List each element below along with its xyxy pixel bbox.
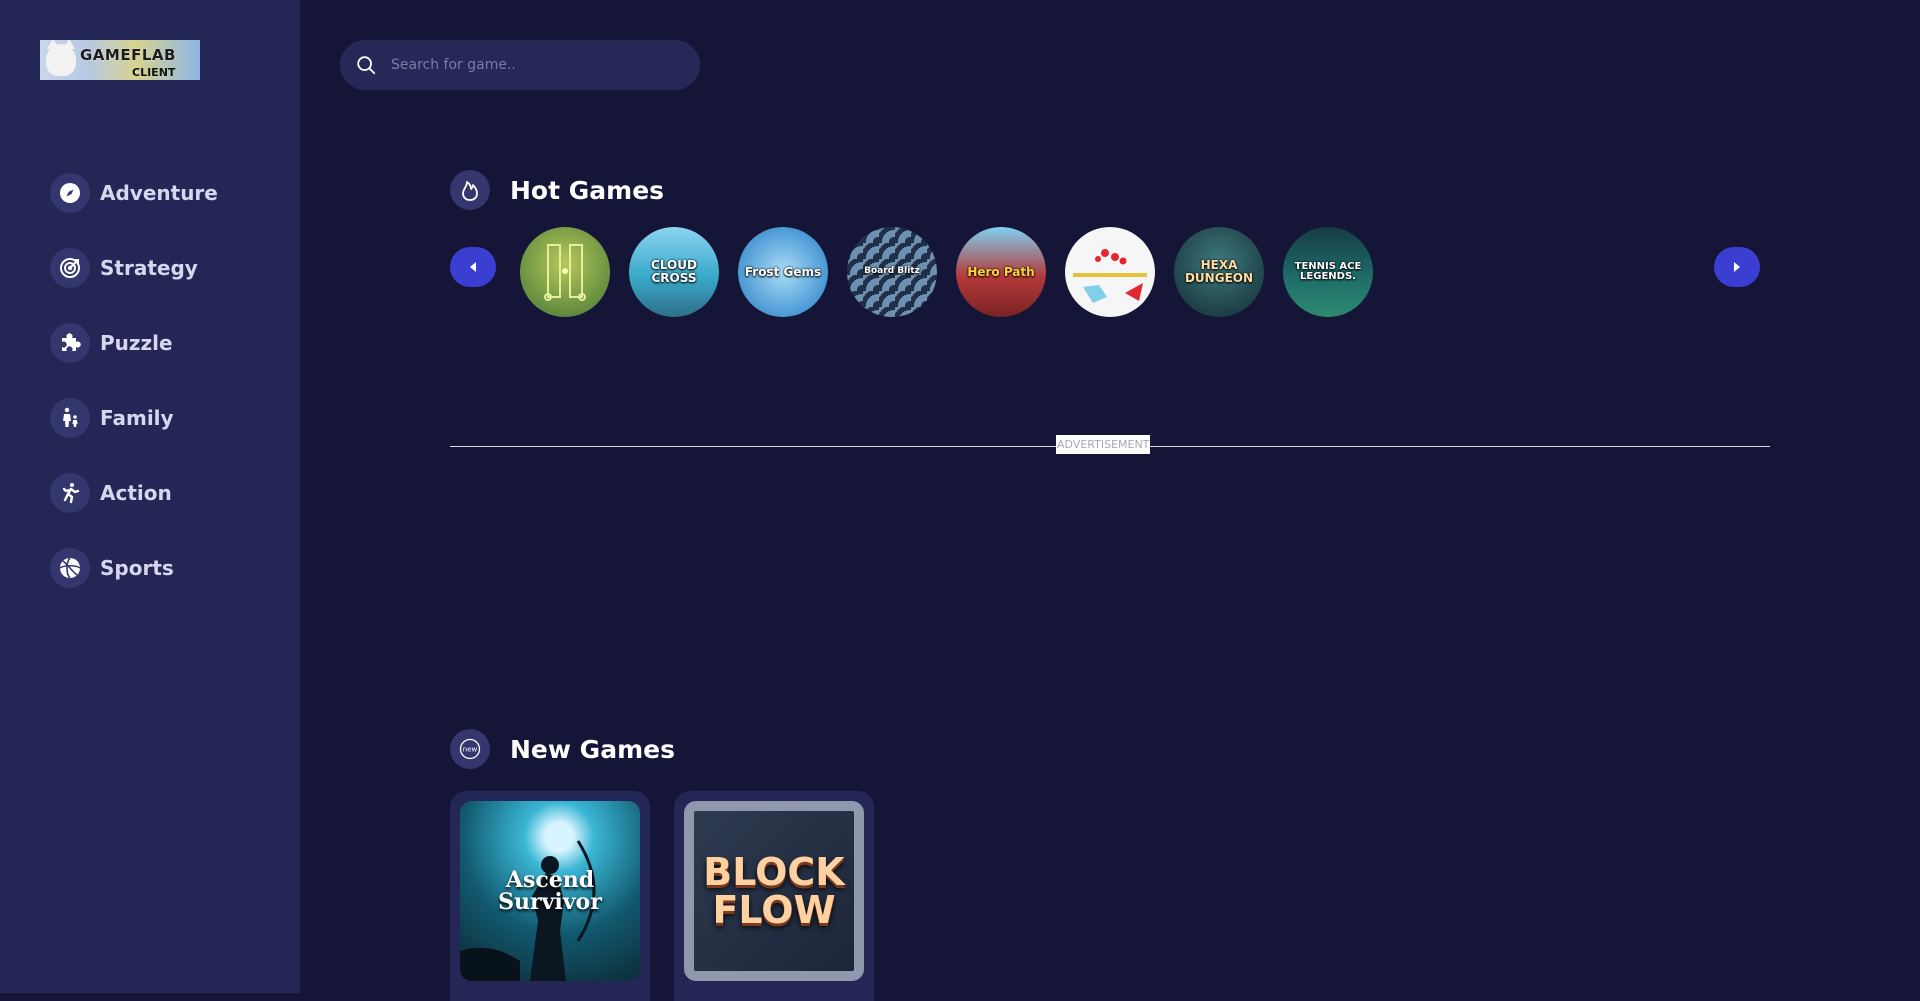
hot-game-4[interactable]: Board Blitz bbox=[847, 227, 937, 317]
new-game-2-thumbnail: BLOCK FLOW bbox=[684, 801, 864, 981]
hot-game-7-title: HEXA DUNGEON bbox=[1184, 258, 1254, 285]
compass-icon bbox=[50, 173, 90, 213]
carousel-next-button[interactable] bbox=[1714, 247, 1760, 287]
hot-game-1[interactable] bbox=[520, 227, 610, 317]
hot-game-6[interactable] bbox=[1065, 227, 1155, 317]
running-icon bbox=[50, 473, 90, 513]
hot-game-5[interactable]: Hero Path bbox=[956, 227, 1046, 317]
site-logo[interactable]: GAMEFLAB CLIENT bbox=[40, 40, 200, 80]
hot-game-8[interactable]: TENNIS ACE LEGENDS. bbox=[1283, 227, 1373, 317]
family-icon bbox=[50, 398, 90, 438]
sidebar: GAMEFLAB CLIENT Adventure Strategy Puzzl… bbox=[0, 0, 300, 993]
puzzle-icon bbox=[50, 323, 90, 363]
new-game-2-title: BLOCK FLOW bbox=[703, 850, 845, 932]
hot-games-carousel: CLOUD CROSS Frost Gems Board Blitz Hero … bbox=[520, 227, 1373, 317]
logo-text: GAMEFLAB bbox=[80, 46, 176, 64]
advertisement-label: ADVERTISEMENT bbox=[1056, 435, 1151, 454]
hot-game-2-title: CLOUD CROSS bbox=[651, 258, 697, 285]
hot-game-7[interactable]: HEXA DUNGEON bbox=[1174, 227, 1264, 317]
hot-games-header: Hot Games bbox=[450, 170, 664, 210]
search-bar[interactable] bbox=[340, 40, 700, 90]
sidebar-item-action[interactable]: Action bbox=[50, 473, 218, 513]
ball-icon bbox=[50, 548, 90, 588]
hot-game-3[interactable]: Frost Gems bbox=[738, 227, 828, 317]
carousel-prev-button[interactable] bbox=[450, 247, 496, 287]
hot-game-4-title: Board Blitz bbox=[864, 266, 920, 277]
sidebar-item-adventure[interactable]: Adventure bbox=[50, 173, 218, 213]
sidebar-item-label: Puzzle bbox=[100, 331, 173, 355]
target-icon bbox=[50, 248, 90, 288]
new-game-card-2[interactable]: BLOCK FLOW bbox=[674, 791, 874, 1001]
search-icon bbox=[357, 56, 376, 75]
new-game-1-title: Ascend Survivor bbox=[498, 867, 602, 915]
category-nav: Adventure Strategy Puzzle Family Action bbox=[50, 173, 218, 623]
sidebar-item-label: Adventure bbox=[100, 181, 218, 205]
hot-game-2[interactable]: CLOUD CROSS bbox=[629, 227, 719, 317]
section-title: New Games bbox=[510, 734, 675, 764]
hot-game-8-title: TENNIS ACE LEGENDS. bbox=[1294, 260, 1362, 282]
caret-right-icon bbox=[1734, 262, 1740, 272]
new-games-grid: Ascend Survivor BLOCK FLOW bbox=[450, 791, 874, 1001]
new-game-1-thumbnail: Ascend Survivor bbox=[460, 801, 640, 981]
ball-drop-game-thumbnail bbox=[1073, 249, 1147, 303]
new-badge-icon: new bbox=[450, 729, 490, 769]
section-title: Hot Games bbox=[510, 175, 665, 205]
new-badge-text: new bbox=[463, 746, 478, 754]
sidebar-item-label: Action bbox=[100, 481, 172, 505]
new-game-card-1[interactable]: Ascend Survivor bbox=[450, 791, 650, 1001]
cat-mascot-icon bbox=[46, 40, 76, 76]
sidebar-item-label: Sports bbox=[100, 556, 174, 580]
flame-icon bbox=[450, 170, 490, 210]
sidebar-item-family[interactable]: Family bbox=[50, 398, 218, 438]
hot-game-3-title: Frost Gems bbox=[744, 264, 822, 279]
sidebar-item-puzzle[interactable]: Puzzle bbox=[50, 323, 218, 363]
new-games-header: new New Games bbox=[450, 729, 675, 769]
circuit-game-thumbnail bbox=[544, 244, 586, 301]
logo-subtext: CLIENT bbox=[132, 66, 176, 79]
search-input[interactable] bbox=[389, 56, 679, 74]
sidebar-item-label: Strategy bbox=[100, 256, 198, 280]
caret-left-icon bbox=[470, 262, 476, 272]
sidebar-item-strategy[interactable]: Strategy bbox=[50, 248, 218, 288]
hot-game-5-title: Hero Path bbox=[967, 264, 1035, 279]
sidebar-item-label: Family bbox=[100, 406, 174, 430]
sidebar-item-sports[interactable]: Sports bbox=[50, 548, 218, 588]
